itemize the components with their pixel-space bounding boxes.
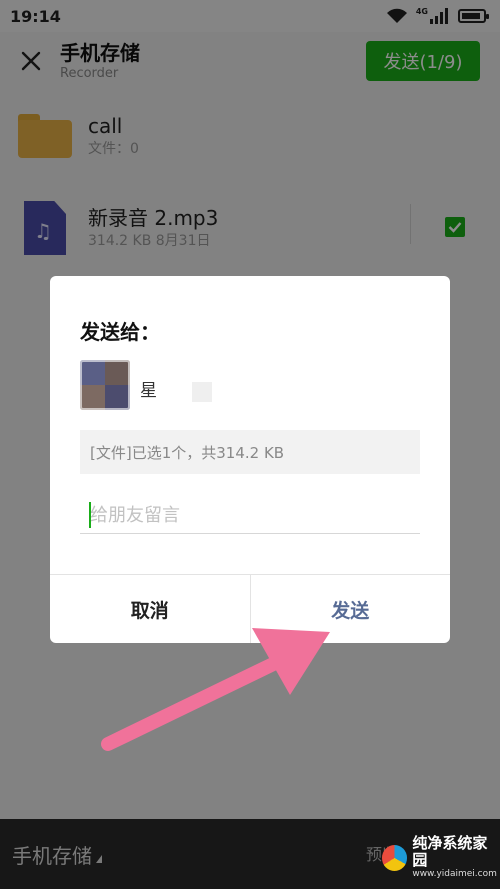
dialog-actions: 取消 发送	[50, 574, 450, 643]
cancel-button[interactable]: 取消	[50, 575, 251, 643]
watermark-logo-icon	[382, 844, 408, 871]
watermark-url: www.yidaimei.com	[412, 869, 497, 879]
send-button[interactable]: 发送	[251, 575, 451, 643]
recipient-name: 星	[140, 381, 157, 401]
watermark-text: 纯净系统家园	[412, 834, 488, 869]
dialog-title: 发送给：	[80, 320, 160, 344]
text-caret	[89, 502, 91, 528]
watermark: 纯净系统家园 www.yidaimei.com	[382, 835, 500, 880]
redaction-block	[192, 382, 212, 402]
watermark-text-block: 纯净系统家园 www.yidaimei.com	[412, 835, 500, 880]
file-info: [文件]已选1个，共314.2 KB	[80, 430, 420, 474]
screen: 19:14 4G 手机存储 Recorder 发送(1/9) call 文件：0…	[0, 0, 500, 889]
avatar	[80, 360, 130, 410]
message-input[interactable]	[80, 498, 420, 534]
send-dialog: 发送给： 星 [文件]已选1个，共314.2 KB 取消 发送	[50, 276, 450, 643]
